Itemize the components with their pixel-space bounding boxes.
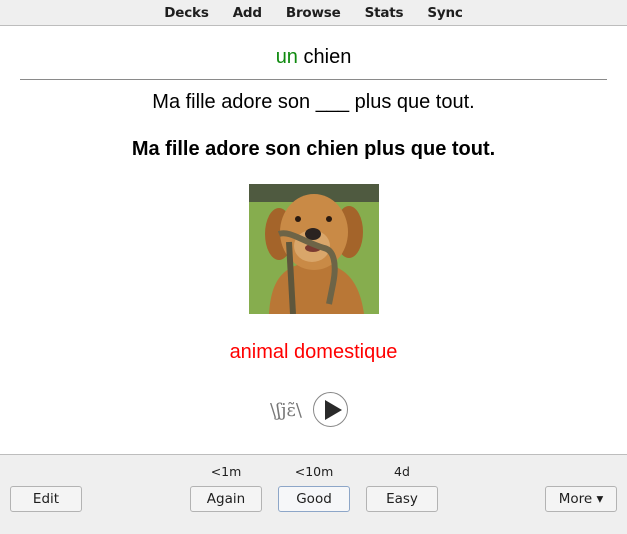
toolbar-browse[interactable]: Browse <box>286 5 341 21</box>
play-icon <box>325 400 342 420</box>
word: chien <box>303 46 352 68</box>
main-toolbar: Decks Add Browse Stats Sync <box>0 0 627 26</box>
easy-interval: 4d <box>394 464 410 479</box>
more-button[interactable]: More ▾ <box>545 486 617 512</box>
toolbar-decks[interactable]: Decks <box>164 5 209 21</box>
toolbar-sync[interactable]: Sync <box>427 5 463 21</box>
again-interval: <1m <box>210 464 242 479</box>
review-bar: Edit <1m Again <10m Good 4d Easy More ▾ <box>0 454 627 534</box>
again-button[interactable]: Again <box>190 486 262 512</box>
edit-button[interactable]: Edit <box>10 486 82 512</box>
easy-button[interactable]: Easy <box>366 486 438 512</box>
card-front: un chien <box>0 46 627 69</box>
cloze-sentence: Ma fille adore son ___ plus que tout. <box>152 91 475 113</box>
dog-image <box>249 184 379 314</box>
answer-divider <box>20 79 607 80</box>
dog-photo <box>249 184 379 314</box>
pronunciation: \ʃjɛ̃\ <box>270 400 302 421</box>
toolbar-add[interactable]: Add <box>233 5 262 21</box>
toolbar-stats[interactable]: Stats <box>365 5 404 21</box>
good-interval: <10m <box>294 464 334 479</box>
full-sentence: Ma fille adore son chien plus que tout. <box>131 138 496 160</box>
good-button[interactable]: Good <box>278 486 350 512</box>
article: un <box>275 46 298 68</box>
play-audio-button[interactable] <box>313 392 348 427</box>
card-view: un chien Ma fille adore son ___ plus que… <box>0 26 627 454</box>
definition: animal domestique <box>229 341 398 363</box>
